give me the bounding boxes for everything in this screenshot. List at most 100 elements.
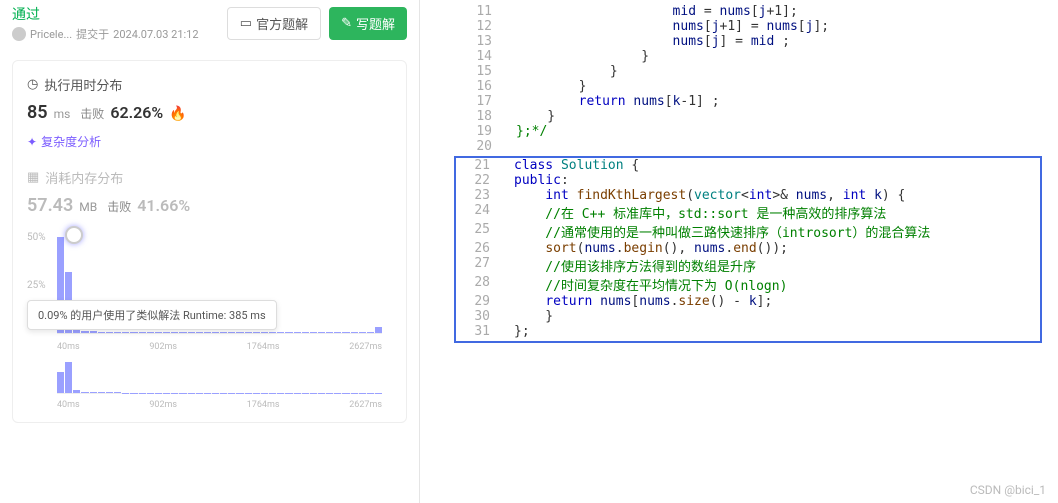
code-line[interactable]: 21class Solution { [456, 158, 1040, 173]
runtime-chart-mini[interactable]: 40ms902ms1764ms2627ms [27, 358, 392, 408]
chart-bar[interactable] [81, 392, 88, 393]
chart-bar[interactable] [375, 327, 382, 333]
chart-bar[interactable] [98, 332, 105, 333]
code-line[interactable]: 17 return nums[k-1] ; [458, 94, 1050, 109]
chart-bar[interactable] [90, 331, 97, 333]
chart-bar[interactable] [310, 332, 317, 333]
chart-bar[interactable] [302, 332, 309, 333]
chart-bar[interactable] [253, 332, 260, 333]
chart-bar[interactable] [228, 332, 235, 333]
stats-card: ◷ 执行用时分布 85 ms 击败 62.26% 🔥 ✦ 复杂度分析 ▦ 消耗内… [12, 60, 407, 423]
chart-bar[interactable] [73, 390, 80, 394]
code-line[interactable]: 19};*/ [458, 124, 1050, 139]
code-line[interactable]: 22public: [456, 173, 1040, 188]
chart-bar[interactable] [351, 332, 358, 333]
chart-bar[interactable] [196, 332, 203, 333]
chart-bar[interactable] [367, 332, 374, 333]
code-line[interactable]: 11 mid = nums[j+1]; [458, 4, 1050, 19]
code-line[interactable]: 13 nums[j] = mid ; [458, 34, 1050, 49]
code-line[interactable]: 14 } [458, 49, 1050, 64]
line-number: 14 [458, 49, 508, 64]
code-line[interactable]: 20 [458, 139, 1050, 154]
book-icon: ▭ [240, 15, 252, 31]
chart-bar[interactable] [204, 332, 211, 333]
chart-bar[interactable] [106, 332, 113, 333]
line-number: 11 [458, 4, 508, 19]
chart-bar[interactable] [334, 332, 341, 333]
code-line[interactable]: 28 //时间复杂度在平均情况下为 O(nlogn) [456, 275, 1040, 294]
x-tick: 1764ms [247, 342, 280, 352]
chart-bar[interactable] [294, 332, 301, 333]
x-tick: 902ms [149, 342, 177, 352]
wand-icon: ✦ [27, 135, 37, 149]
code-line[interactable]: 25 //通常使用的是一种叫做三路快速排序（introsort）的混合算法 [456, 222, 1040, 241]
memory-value: 57.43 [27, 195, 73, 216]
code-line[interactable]: 31}; [456, 324, 1040, 339]
code-line[interactable]: 24 //在 C++ 标准库中，std::sort 是一种高效的排序算法 [456, 203, 1040, 222]
code-line[interactable]: 16 } [458, 79, 1050, 94]
avatar [12, 27, 26, 41]
code-line[interactable]: 27 //使用该排序方法得到的数组是升序 [456, 256, 1040, 275]
submission-panel: 通过 Pricele... 提交于 2024.07.03 21:12 ▭ 官方题… [0, 0, 420, 503]
memory-title: ▦ 消耗内存分布 [27, 168, 392, 187]
chart-bar[interactable] [106, 392, 113, 393]
code-line[interactable]: 12 nums[j+1] = nums[j]; [458, 19, 1050, 34]
chart-bar[interactable] [122, 332, 129, 333]
code-line[interactable]: 23 int findKthLargest(vector<int>& nums,… [456, 188, 1040, 203]
runtime-chart[interactable]: 50% 25% 0.09% 的用户使用了类似解法 Runtime: 385 ms… [27, 232, 392, 352]
chart-bar[interactable] [139, 332, 146, 333]
official-solution-button[interactable]: ▭ 官方题解 [227, 7, 321, 40]
chart-bar[interactable] [114, 332, 121, 333]
chart-bar[interactable] [277, 332, 284, 333]
code-editor[interactable]: 11 mid = nums[j+1];12 nums[j+1] = nums[j… [450, 0, 1058, 347]
chart-bar[interactable] [98, 392, 105, 393]
runtime-value: 85 [27, 102, 48, 123]
complexity-link[interactable]: ✦ 复杂度分析 [27, 133, 101, 150]
flame-icon: 🔥 [169, 106, 186, 122]
chart-bar[interactable] [65, 362, 72, 394]
chart-bar[interactable] [114, 392, 121, 393]
line-number: 12 [458, 19, 508, 34]
submission-meta: Pricele... 提交于 2024.07.03 21:12 [12, 26, 199, 42]
line-number: 13 [458, 34, 508, 49]
chart-bar[interactable] [359, 332, 366, 333]
code-line[interactable]: 29 return nums[nums.size() - k]; [456, 294, 1040, 309]
author-name: Pricele... [30, 28, 72, 41]
write-solution-button[interactable]: ✎ 写题解 [329, 7, 407, 40]
chart-bar[interactable] [318, 332, 325, 333]
chart-bar[interactable] [261, 332, 268, 333]
line-number: 21 [456, 158, 506, 173]
code-line[interactable]: 30 } [456, 309, 1040, 324]
chart-bar[interactable] [326, 332, 333, 333]
chart-bar[interactable] [179, 332, 186, 333]
chart-bar[interactable] [188, 332, 195, 333]
chart-bar[interactable] [90, 392, 97, 393]
code-line[interactable]: 15 } [458, 64, 1050, 79]
code-line[interactable]: 18 } [458, 109, 1050, 124]
chart-bar[interactable] [155, 332, 162, 333]
line-number: 24 [456, 203, 506, 222]
chart-bar[interactable] [285, 332, 292, 333]
status-accepted: 通过 [12, 4, 199, 24]
chart-bar[interactable] [236, 332, 243, 333]
code-panel: 11 mid = nums[j+1];12 nums[j+1] = nums[j… [420, 0, 1058, 503]
chart-bar[interactable] [171, 332, 178, 333]
line-number: 23 [456, 188, 506, 203]
chart-bar[interactable] [245, 332, 252, 333]
chart-bar[interactable] [220, 332, 227, 333]
runtime-beat-pct: 62.26% [110, 103, 163, 122]
chart-bar[interactable] [342, 332, 349, 333]
chart-bar[interactable] [130, 332, 137, 333]
chart-bar[interactable] [212, 332, 219, 333]
chart-bar[interactable] [269, 332, 276, 333]
chart-bar[interactable] [81, 331, 88, 333]
clock-icon: ◷ [27, 77, 38, 92]
line-number: 15 [458, 64, 508, 79]
current-marker[interactable] [65, 226, 83, 244]
chart-bar[interactable] [57, 372, 64, 393]
line-number: 30 [456, 309, 506, 324]
code-line[interactable]: 26 sort(nums.begin(), nums.end()); [456, 241, 1040, 256]
chart-bar[interactable] [163, 332, 170, 333]
chart-bar[interactable] [147, 332, 154, 333]
x-tick: 40ms [57, 400, 80, 410]
